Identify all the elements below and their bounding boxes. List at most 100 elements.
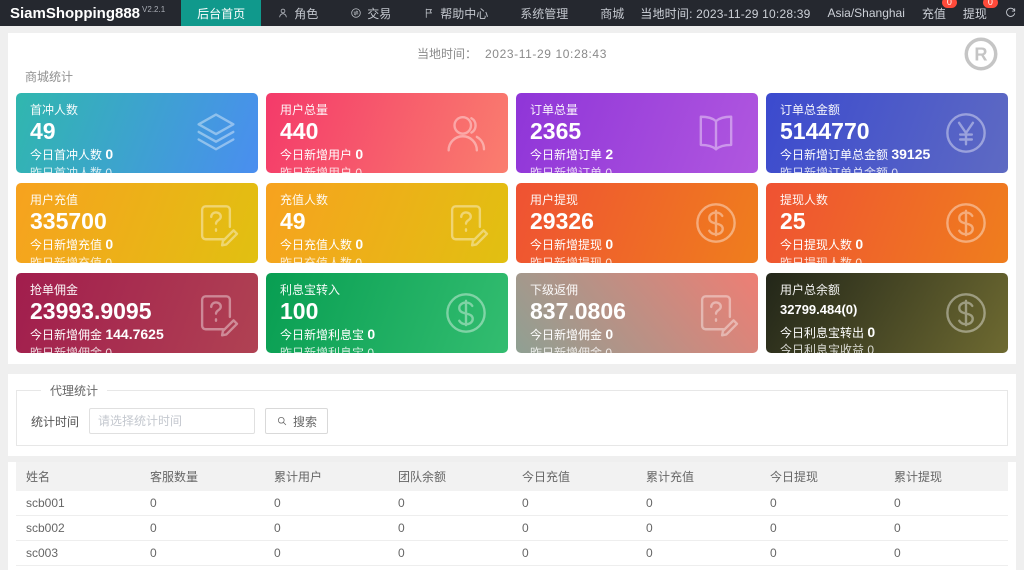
agent-stats-panel: 代理统计 统计时间 搜索: [8, 374, 1016, 456]
table-cell: 0: [512, 515, 636, 541]
doc-icon: [690, 287, 742, 339]
doc-icon: [190, 197, 242, 249]
nav-right: 当地时间: 2023-11-29 10:28:39 Asia/Shanghai …: [640, 0, 1024, 22]
flag-icon: [423, 7, 435, 19]
card-yesterday-line: 昨日新增充值 0: [30, 255, 113, 263]
stat-card-total-orders: 订单总量 2365 今日新增订单 2 昨日新增订单 0: [516, 93, 758, 173]
stat-time-input[interactable]: [89, 408, 256, 434]
nav-item-label: 帮助中心: [440, 6, 489, 21]
section-title-mall-stats: 商城统计: [25, 70, 74, 84]
table-cell: 0: [636, 515, 760, 541]
table-row: scb002 0 0 0 0 0 0 0: [16, 515, 1008, 541]
stat-card-sub-rebate: 下级返佣 837.0806 今日新增佣金 0 昨日新增佣金 0: [516, 273, 758, 353]
stat-time-label: 统计时间: [31, 414, 80, 429]
card-yesterday-line: 昨日新增订单总金额 0: [780, 165, 899, 173]
table-cell: scb001: [16, 491, 140, 516]
nav-item-help-center[interactable]: 帮助中心: [407, 0, 504, 26]
withdraw-badge: 0: [982, 0, 998, 8]
brand-name: SiamShopping888: [10, 4, 141, 22]
table-header-cell: 累计提现: [884, 462, 1008, 491]
table-cell: 0: [388, 515, 512, 541]
nav-item-label: 角色: [294, 6, 319, 21]
brand-logo[interactable]: SiamShopping888 V2.2.1: [0, 5, 181, 22]
mall-stats-panel: R 当地时间： 2023-11-29 10:28:43 商城统计 首冲人数 49 今日…: [8, 33, 1016, 364]
agent-search-form: 统计时间 搜索: [31, 408, 993, 434]
nav-item-mall[interactable]: 商城: [584, 0, 640, 26]
stat-card-grab-commission: 抢单佣金 23993.9095 今日新增佣金 144.7625 昨日新增佣金 0: [16, 273, 258, 353]
dollar-icon: [940, 287, 992, 339]
doc-icon: [440, 197, 492, 249]
agent-fieldset: 代理统计 统计时间 搜索: [16, 382, 1008, 446]
dollar-icon: [440, 287, 492, 339]
table-cell: 0: [140, 515, 264, 541]
nav-item-label: 后台首页: [197, 6, 246, 21]
table-cell: sc003: [16, 540, 140, 566]
search-button[interactable]: 搜索: [265, 408, 329, 434]
table-cell: scb002: [16, 515, 140, 541]
card-yesterday-line: 昨日首冲人数 0: [30, 165, 113, 173]
stat-card-withdraw-users: 提现人数 25 今日提现人数 0 昨日提现人数 0: [766, 183, 1008, 263]
refresh-icon[interactable]: [1004, 7, 1017, 20]
doc-icon: [190, 287, 242, 339]
table-cell: 0: [264, 540, 388, 566]
table-cell: 0: [512, 540, 636, 566]
card-yesterday-line: 今日利息宝收益 0: [780, 343, 875, 353]
table-header-cell: 今日提现: [760, 462, 884, 491]
table-cell: 0: [636, 491, 760, 516]
exchange-icon: [350, 7, 362, 19]
table-header-cell: 姓名: [16, 462, 140, 491]
content-local-time: 当地时间： 2023-11-29 10:28:43: [417, 47, 607, 61]
svg-text:R: R: [974, 45, 987, 65]
registered-logo-icon: R: [962, 35, 1000, 73]
nav-item-system[interactable]: 系统管理: [504, 0, 584, 26]
table-cell: 0: [760, 515, 884, 541]
nav-item-label: 交易: [367, 6, 392, 21]
card-yesterday-line: 昨日新增佣金 0: [30, 345, 113, 353]
nav-item-trade[interactable]: 交易: [334, 0, 407, 26]
table-cell: 0: [388, 540, 512, 566]
table-header-cell: 累计充值: [636, 462, 760, 491]
recharge-button[interactable]: 充值 0: [922, 0, 957, 22]
withdraw-button[interactable]: 提现 0: [963, 0, 998, 22]
page-content: R 当地时间： 2023-11-29 10:28:43 商城统计 首冲人数 49 今日…: [0, 26, 1024, 570]
table-cell: 0: [884, 515, 1008, 541]
nav-timezone: Asia/Shanghai: [827, 6, 905, 20]
nav-local-time: 当地时间: 2023-11-29 10:28:39: [640, 6, 811, 21]
recharge-badge: 0: [941, 0, 957, 8]
table-cell: 0: [264, 491, 388, 516]
search-icon: [276, 415, 288, 427]
stat-card-recharge-users: 充值人数 49 今日充值人数 0 昨日充值人数 0: [266, 183, 508, 263]
table-cell: 0: [884, 540, 1008, 566]
nav-item-label: 系统管理: [520, 6, 569, 21]
top-navbar: SiamShopping888 V2.2.1 后台首页 角色 交易 帮助中心 系统管理 商城…: [0, 0, 1024, 26]
table-row: sc003 0 0 0 0 0 0 0: [16, 540, 1008, 566]
nav-item-dashboard[interactable]: 后台首页: [181, 0, 262, 26]
stat-card-user-total-balance: 用户总余额 32799.484(0) 今日利息宝转出 0 今日利息宝收益 0: [766, 273, 1008, 353]
agent-table: 姓名 客服数量 累计用户 团队余额 今日充值 累计充值 今日提现 累计提现 scb001 0 0 0…: [16, 462, 1008, 566]
table-row: scb001 0 0 0 0 0 0 0: [16, 491, 1008, 516]
agent-legend: 代理统计: [50, 384, 99, 398]
table-cell: 0: [760, 491, 884, 516]
stat-card-total-users: 用户总量 440 今日新增用户 0 昨日新增用户 0: [266, 93, 508, 173]
stat-card-user-recharge: 用户充值 335700 今日新增充值 0 昨日新增充值 0: [16, 183, 258, 263]
card-yesterday-line: 昨日新增订单 0: [530, 165, 613, 173]
agent-table-panel: 姓名 客服数量 累计用户 团队余额 今日充值 累计充值 今日提现 累计提现 scb001 0 0 0…: [8, 462, 1016, 570]
table-cell: 0: [884, 491, 1008, 516]
user-icon: [277, 7, 289, 19]
stat-card-interest-transfer-in: 利息宝转入 100 今日新增利息宝 0 昨日新增利息宝 0: [266, 273, 508, 353]
table-header-cell: 团队余额: [388, 462, 512, 491]
card-yesterday-line: 昨日充值人数 0: [280, 255, 363, 263]
nav-item-label: 商城: [600, 6, 625, 21]
table-cell: 0: [388, 491, 512, 516]
yen-icon: [940, 107, 992, 159]
nav-menu: 后台首页 角色 交易 帮助中心 系统管理 商城: [181, 0, 640, 26]
table-cell: 0: [140, 491, 264, 516]
users-icon: [440, 107, 492, 159]
dollar-icon: [940, 197, 992, 249]
table-header-cell: 客服数量: [140, 462, 264, 491]
brand-version: V2.2.1: [142, 4, 166, 14]
stat-card-user-withdraw: 用户提现 29326 今日新增提现 0 昨日新增提现 0: [516, 183, 758, 263]
table-header-row: 姓名 客服数量 累计用户 团队余额 今日充值 累计充值 今日提现 累计提现: [16, 462, 1008, 491]
card-yesterday-line: 昨日新增佣金 0: [530, 345, 613, 353]
nav-item-role[interactable]: 角色: [261, 0, 334, 26]
